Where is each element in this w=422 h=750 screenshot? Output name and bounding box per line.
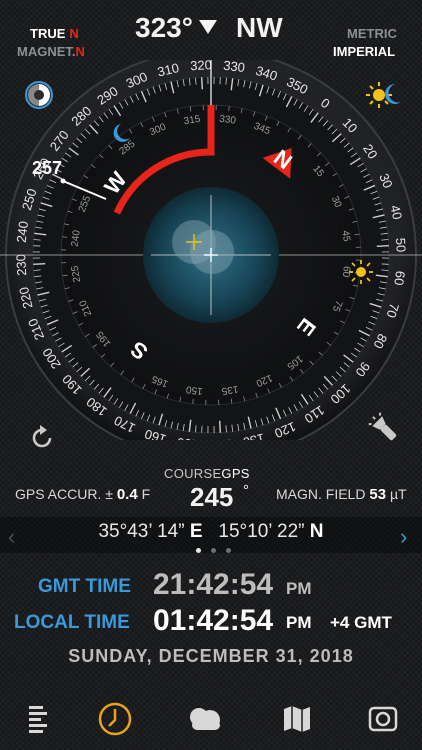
magnetic-north-toggle[interactable]: MAGNET.N [17, 44, 85, 59]
inner-degree-label: 45 [339, 230, 352, 243]
page-dot-2[interactable] [211, 548, 216, 553]
longitude-value: 35°43’ 14” [98, 521, 185, 542]
gps-accuracy-unit: F [141, 486, 151, 502]
outer-degree-label: 330 [222, 60, 245, 75]
tab-weather[interactable] [180, 696, 230, 742]
page-dot-1[interactable] [196, 548, 201, 553]
outer-degree-label: 50 [393, 237, 409, 252]
magn-field-value: 53 [369, 486, 387, 503]
course-label-text: COURSE [164, 466, 222, 481]
imperial-toggle[interactable]: IMPERIAL [333, 44, 395, 59]
refresh-icon[interactable] [28, 424, 56, 452]
true-label: TRUE [30, 26, 66, 41]
bearing-marker-dot [60, 178, 66, 184]
course-label: COURSEGPS [164, 466, 250, 481]
compass-tick [376, 244, 389, 248]
tab-list[interactable] [14, 696, 64, 742]
sun-position-icon [349, 260, 373, 284]
latitude-dir: N [309, 521, 324, 542]
gps-accuracy-value: 0.4 [116, 486, 138, 503]
true-north-mark: N [69, 26, 79, 41]
heading-pointer-icon [199, 20, 217, 34]
gmt-time-value: 21:42:54 [153, 568, 274, 601]
inner-degree-label: 315 [183, 114, 201, 127]
gmt-offset: +4 GMT [330, 613, 392, 632]
gps-accuracy-label: GPS ACCUR. ± [15, 486, 113, 502]
coordinates: 35°43’ 14” E 15°10’ 22” N [0, 521, 422, 543]
inner-degree-label: 150 [185, 383, 203, 396]
level-bubble-2 [190, 230, 234, 274]
inner-degree-label: 330 [219, 114, 237, 127]
magnet-label: MAGNET. [17, 44, 76, 59]
heading-direction: NW [236, 12, 283, 43]
outer-degree-label: 240 [14, 220, 32, 243]
outer-degree-label: 60 [391, 270, 408, 286]
local-time-value: 01:42:54 [153, 604, 274, 637]
course-source: GPS [221, 466, 250, 481]
next-page-arrow[interactable]: › [400, 524, 407, 550]
compass-tick [200, 77, 204, 90]
course-unit: ° [243, 482, 249, 499]
course-value: 245 [190, 482, 234, 512]
gmt-time-label: GMT TIME [38, 576, 131, 597]
tab-camera[interactable] [358, 696, 408, 742]
metric-toggle[interactable]: METRIC [347, 26, 397, 41]
local-time-label: LOCAL TIME [14, 612, 130, 633]
compass-tick [218, 420, 222, 433]
longitude-dir: E [189, 521, 203, 542]
tab-clock[interactable] [90, 696, 140, 742]
magn-field-label: MAGN. FIELD [276, 486, 366, 502]
inner-degree-label: 225 [70, 264, 83, 282]
page-dot-3[interactable] [226, 548, 231, 553]
magn-field-unit: µT [389, 486, 407, 502]
inner-degree-label: 240 [70, 229, 83, 247]
weather-icon [190, 708, 220, 730]
latitude-value: 15°10’ 22” [218, 521, 305, 542]
compass-dial[interactable]: 0102030405060708090100110120130140150160… [0, 60, 422, 440]
gmt-ampm: PM [286, 579, 312, 598]
magnetic-field: MAGN. FIELD 53 µT [276, 486, 407, 503]
list-icon [29, 706, 47, 733]
compass-tick [33, 262, 46, 266]
current-date: SUNDAY, DECEMBER 31, 2018 [68, 646, 354, 666]
magnet-north-mark: N [75, 44, 85, 59]
inner-degree-label: 135 [220, 383, 238, 396]
bearing-marker-value: 257 [32, 158, 62, 178]
flashlight-icon[interactable] [368, 412, 402, 446]
map-icon [284, 706, 310, 732]
outer-degree-label: 320 [190, 60, 212, 73]
heading-value: 323° [135, 12, 193, 43]
tab-bar [0, 688, 422, 750]
true-north-toggle[interactable]: TRUE N [30, 26, 79, 41]
local-ampm: PM [286, 613, 312, 632]
clock-icon [98, 702, 132, 736]
gps-accuracy: GPS ACCUR. ± 0.4 F [15, 486, 150, 503]
tab-map[interactable] [272, 696, 322, 742]
camera-icon [368, 706, 398, 732]
outer-degree-label: 230 [13, 254, 29, 276]
